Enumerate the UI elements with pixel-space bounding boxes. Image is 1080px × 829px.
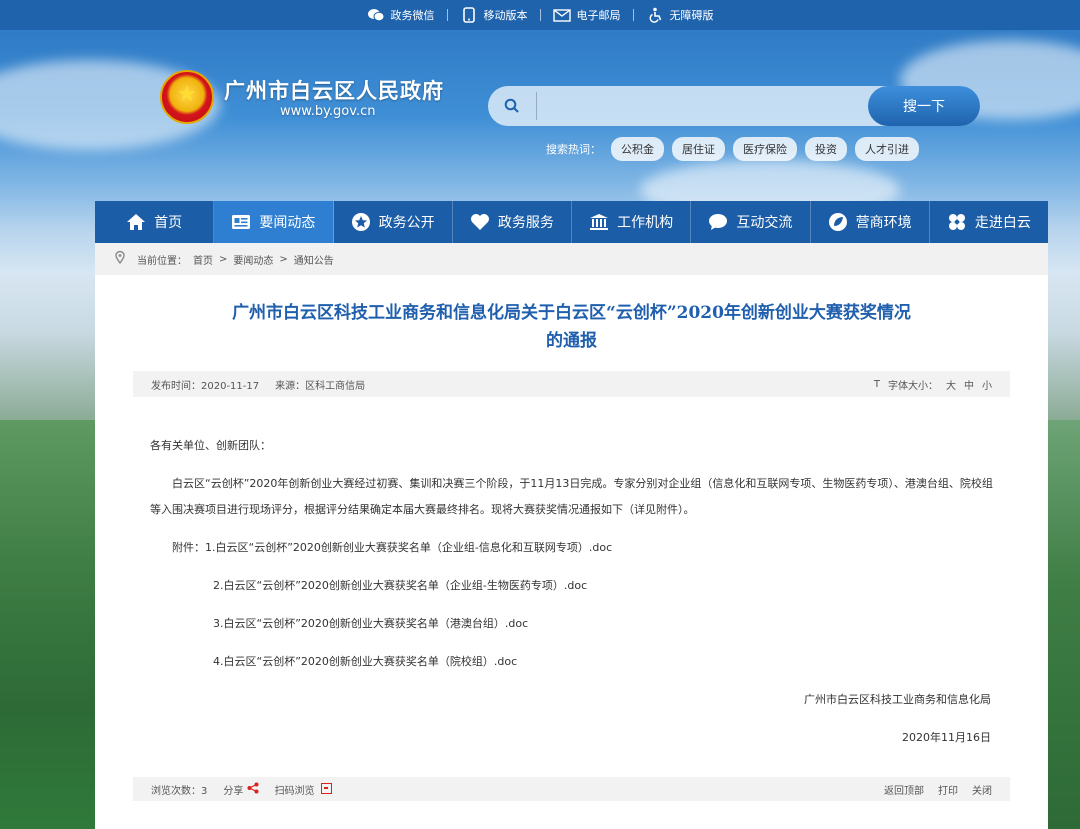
nav-item-gov-affairs[interactable]: 政务公开 [334,201,453,243]
nav-item-home[interactable]: 首页 [95,201,215,243]
nav-label: 走进白云 [974,215,1031,231]
font-size-label: 字体大小： [888,380,938,392]
national-emblem-logo: ★ [160,70,214,124]
publish-time: 发布时间：2020-11-17 [151,380,260,392]
qr-label: 扫码浏览 [274,785,315,797]
wechat-link[interactable]: 政务微信 [355,6,447,24]
breadcrumb-sep: > [219,253,228,265]
mobile-label: 移动版本 [483,9,528,22]
heart-icon [470,212,490,232]
chat-icon [708,212,728,232]
search-button[interactable]: 搜一下 [868,86,980,126]
accessibility-label: 无障碍版 [669,9,714,22]
article-source: 来源：区科工商信局 [275,380,366,392]
breadcrumb-prefix: 当前位置： [137,255,187,267]
attachment-item: 3.白云区“云创杯”2020创新创业大赛获奖名单（港澳台组）.doc [150,611,995,637]
article-title: 广州市白云区科技工业商务和信息化局关于白云区“云创杯”2020年创新创业大赛获奖… [172,299,972,355]
close-link[interactable]: 关闭 [972,782,992,797]
building-icon [589,212,609,232]
article-title-line2: 的通报 [546,331,597,351]
nav-label: 政务服务 [497,215,554,231]
article-meta: 发布时间：2020-11-17 来源：区科工商信局 T 字体大小： 大 中 小 [133,371,1010,397]
nav-item-gov-services[interactable]: 政务服务 [453,201,572,243]
breadcrumb-home[interactable]: 首页 [193,252,213,267]
breadcrumb: 当前位置： 首页 > 要闻动态 > 通知公告 [95,243,1048,275]
nav-label: 工作机构 [617,215,674,231]
background-mountain-right [1046,420,1080,829]
mail-icon [552,6,571,24]
main-nav: 首页 要闻动态 政务公开 政务服务 工作机构 互动交流 营商环境 走进白云 [95,201,1048,243]
mobile-link[interactable]: 移动版本 [448,6,540,24]
attachment-item: 2.白云区“云创杯”2020创新创业大赛获奖名单（企业组-生物医药专项）.doc [150,573,995,599]
wechat-icon [367,6,385,24]
qr-scan-button[interactable]: 扫码浏览 [275,782,332,797]
nav-label: 首页 [154,215,183,231]
accessibility-link[interactable]: 无障碍版 [634,6,726,24]
hot-tag[interactable]: 医疗保险 [733,137,797,161]
mail-label: 电子邮局 [576,9,621,22]
article-paragraph: 白云区“云创杯”2020年创新创业大赛经过初赛、集训和决赛三个阶段，于11月13… [150,477,993,516]
nav-item-news[interactable]: 要闻动态 [214,201,334,243]
font-size-icon: T [873,378,880,390]
attachments-label: 附件： [172,541,205,554]
background-mountain-left [0,420,100,829]
hot-tag[interactable]: 居住证 [672,137,725,161]
star-icon [351,212,371,232]
share-icon [247,782,259,797]
site-url: www.by.gov.cn [280,104,376,119]
accessibility-icon [646,6,664,24]
breadcrumb-sep: > [279,253,288,265]
hot-search-label: 搜索热词： [546,143,601,156]
flower-icon [947,212,967,232]
sign-date: 2020年11月16日 [902,731,991,744]
nav-item-interaction[interactable]: 互动交流 [691,201,811,243]
hot-tag[interactable]: 公积金 [611,137,664,161]
signer: 广州市白云区科技工业商务和信息化局 [804,693,991,706]
top-utility-bar: 政务微信 移动版本 电子邮局 无障碍版 [0,0,1080,30]
location-pin-icon [115,250,125,267]
home-icon [126,212,146,232]
article-card: 当前位置： 首页 > 要闻动态 > 通知公告 广州市白云区科技工业商务和信息化局… [95,243,1048,829]
nav-item-agencies[interactable]: 工作机构 [572,201,692,243]
attachment-link[interactable]: 3.白云区“云创杯”2020创新创业大赛获奖名单（港澳台组）.doc [213,617,528,630]
back-to-top-link[interactable]: 返回顶部 [884,782,924,797]
site-title[interactable]: 广州市白云区人民政府 [224,75,444,105]
nav-label: 要闻动态 [259,215,316,231]
view-count: 浏览次数：3 [151,785,208,797]
hot-tag[interactable]: 投资 [805,137,847,161]
mobile-icon [460,6,478,24]
wechat-label: 政务微信 [390,9,435,22]
font-size-small[interactable]: 小 [982,377,992,392]
breadcrumb-news[interactable]: 要闻动态 [233,252,273,267]
article-body: 各有关单位、创新团队： 白云区“云创杯”2020年创新创业大赛经过初赛、集训和决… [150,433,995,763]
print-link[interactable]: 打印 [938,782,958,797]
search-box: 搜一下 [488,86,980,126]
attachment-link[interactable]: 2.白云区“云创杯”2020创新创业大赛获奖名单（企业组-生物医药专项）.doc [213,579,587,592]
font-size-large[interactable]: 大 [946,377,956,392]
search-icon [488,98,536,114]
nav-label: 营商环境 [855,215,912,231]
attachment-item: 4.白云区“云创杯”2020创新创业大赛获奖名单（院校组）.doc [150,649,995,675]
hot-search-terms: 搜索热词： 公积金 居住证 医疗保险 投资 人才引进 [546,137,919,161]
article-title-line1: 广州市白云区科技工业商务和信息化局关于白云区“云创杯”2020年创新创业大赛获奖… [232,303,911,323]
salutation: 各有关单位、创新团队： [150,439,271,452]
nav-label: 政务公开 [378,215,435,231]
nav-item-business-env[interactable]: 营商环境 [811,201,930,243]
font-size-medium[interactable]: 中 [964,377,974,392]
leaf-icon [828,212,848,232]
hot-tag[interactable]: 人才引进 [855,137,919,161]
share-label: 分享 [223,785,244,797]
nav-label: 互动交流 [736,215,793,231]
share-button[interactable]: 分享 [223,782,259,797]
news-icon [231,212,251,232]
qr-code-icon [320,782,332,794]
breadcrumb-notices[interactable]: 通知公告 [294,252,334,267]
nav-item-about-baiyun[interactable]: 走进白云 [930,201,1048,243]
attachment-link[interactable]: 1.白云区“云创杯”2020创新创业大赛获奖名单（企业组-信息化和互联网专项）.… [205,541,612,554]
article-footer: 浏览次数：3 分享 扫码浏览 返回顶部 打印 关闭 [133,777,1010,801]
attachment-link[interactable]: 4.白云区“云创杯”2020创新创业大赛获奖名单（院校组）.doc [213,655,517,668]
mail-link[interactable]: 电子邮局 [541,6,633,24]
attachment-first: 附件：1.白云区“云创杯”2020创新创业大赛获奖名单（企业组-信息化和互联网专… [150,535,995,561]
